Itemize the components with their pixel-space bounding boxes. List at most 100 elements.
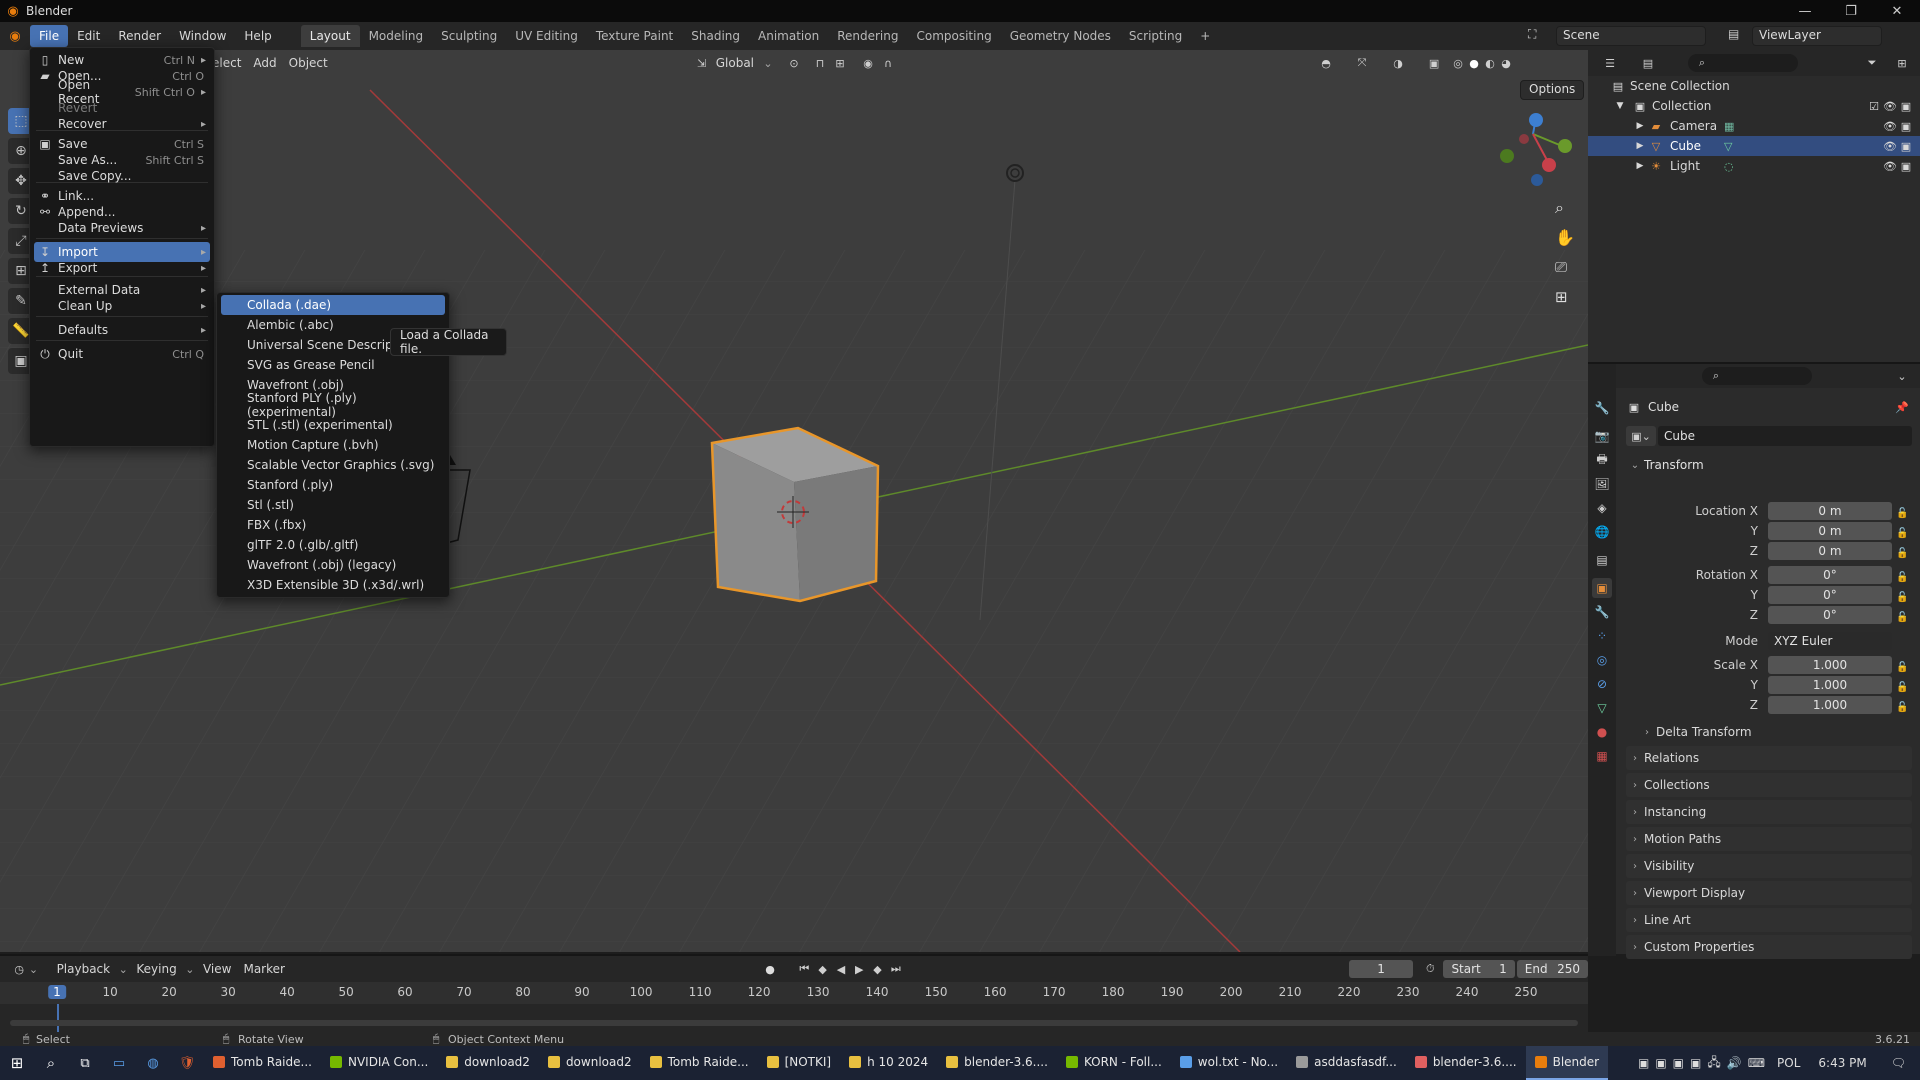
close-button[interactable]: ✕: [1874, 0, 1920, 22]
tab-shading[interactable]: Shading: [682, 25, 749, 47]
texture-tab-icon[interactable]: ▦: [1592, 746, 1612, 766]
wireframe-shading-icon[interactable]: ◎: [1450, 55, 1466, 71]
editor-type-icon[interactable]: ◷: [12, 961, 26, 977]
chevron-down-icon[interactable]: ⌄: [1894, 368, 1910, 384]
panel-collections[interactable]: › Collections: [1626, 773, 1912, 797]
xray-toggle-icon[interactable]: ▣: [1426, 55, 1442, 71]
brave-browser-icon[interactable]: 🛡: [170, 1056, 204, 1071]
taskbar-app-button[interactable]: wol.txt - No...: [1171, 1046, 1287, 1080]
timeline-ruler[interactable]: 1 10 20 30 40 50 60 70 80 90 100 110 120 130 140 150 160…: [0, 982, 1588, 1004]
clock[interactable]: 6:43 PM: [1818, 1056, 1866, 1070]
object-name-field[interactable]: Cube: [1658, 426, 1912, 446]
import-menu-item[interactable]: Motion Capture (.bvh): [221, 435, 445, 455]
import-menu-item[interactable]: Scalable Vector Graphics (.svg): [221, 455, 445, 475]
import-menu-item[interactable]: STL (.stl) (experimental): [221, 415, 445, 435]
tray-app-icon[interactable]: ▣: [1673, 1056, 1684, 1070]
next-keyframe-icon[interactable]: ◆: [870, 961, 884, 977]
eye-icon[interactable]: 👁: [1882, 98, 1898, 114]
import-menu-item[interactable]: Collada (.dae): [221, 295, 445, 315]
cube-object[interactable]: [710, 426, 880, 603]
task-view-icon[interactable]: ⧉: [68, 1056, 102, 1071]
camera-data-icon[interactable]: ▦: [1724, 118, 1882, 134]
maximize-button[interactable]: ❐: [1828, 0, 1874, 22]
import-menu-item[interactable]: FBX (.fbx): [221, 515, 445, 535]
options-button[interactable]: Options: [1520, 80, 1585, 100]
tool-tab-icon[interactable]: 🔧: [1592, 398, 1612, 418]
output-tab-icon[interactable]: 🖶: [1592, 450, 1612, 470]
file-menu-item-export[interactable]: ↥ Export ▸: [34, 258, 210, 278]
tray-app-icon[interactable]: ▣: [1638, 1056, 1649, 1070]
constraints-tab-icon[interactable]: ⊘: [1592, 674, 1612, 694]
material-tab-icon[interactable]: ●: [1592, 722, 1612, 742]
file-menu-item-recover[interactable]: Recover ▸: [34, 114, 210, 134]
menu-file[interactable]: File: [30, 25, 69, 47]
scale-x-field[interactable]: 1.000: [1768, 656, 1892, 674]
steam-icon[interactable]: ◍: [136, 1056, 170, 1071]
filter-icon[interactable]: ⏷: [1864, 55, 1880, 71]
orientation-dropdown[interactable]: Global: [710, 54, 760, 72]
tab-compositing[interactable]: Compositing: [907, 25, 1000, 47]
light-data-icon[interactable]: ◌: [1724, 158, 1882, 174]
import-menu-item[interactable]: Stanford (.ply): [221, 475, 445, 495]
properties-search-input[interactable]: ⌕: [1702, 367, 1812, 385]
add-workspace-button[interactable]: +: [1191, 25, 1219, 47]
world-tab-icon[interactable]: 🌐: [1592, 522, 1612, 542]
location-y-field[interactable]: 0 m: [1768, 522, 1892, 540]
solid-shading-icon[interactable]: ●: [1466, 55, 1482, 71]
lock-icon[interactable]: 🔓 🔓 🔓: [1896, 504, 1908, 564]
pin-icon[interactable]: 📌: [1894, 399, 1910, 415]
file-menu-item-clean-up[interactable]: Clean Up ▸: [34, 296, 210, 316]
snap-target-icon[interactable]: ⊞: [832, 55, 848, 71]
taskbar-app-button[interactable]: blender-3.6....: [1406, 1046, 1526, 1080]
taskbar-app-button[interactable]: download2: [437, 1046, 539, 1080]
perspective-grid-icon[interactable]: ⊞: [1555, 288, 1568, 306]
panel-instancing[interactable]: › Instancing: [1626, 800, 1912, 824]
import-menu-item[interactable]: Stanford PLY (.ply) (experimental): [221, 391, 445, 419]
start-frame-field[interactable]: Start 1: [1443, 960, 1515, 978]
render-camera-icon[interactable]: ▣: [1898, 98, 1914, 114]
outliner-row-scene-collection[interactable]: ▤ Scene Collection: [1588, 76, 1920, 96]
lock-icon[interactable]: 🔓 🔓 🔓: [1896, 568, 1908, 628]
scale-z-field[interactable]: 1.000: [1768, 696, 1892, 714]
tab-sculpting[interactable]: Sculpting: [432, 25, 506, 47]
tab-rendering[interactable]: Rendering: [828, 25, 907, 47]
rotation-y-field[interactable]: 0°: [1768, 586, 1892, 604]
new-collection-icon[interactable]: ⊞: [1894, 55, 1910, 71]
panel-relations[interactable]: › Relations: [1626, 746, 1912, 770]
object-tab-icon[interactable]: ▣: [1592, 578, 1612, 598]
pivot-icon[interactable]: ⊙: [786, 55, 802, 71]
keying-menu[interactable]: Keying: [130, 960, 182, 978]
taskbar-app-button[interactable]: h 10 2024: [840, 1046, 937, 1080]
play-reverse-icon[interactable]: ◀: [834, 961, 848, 977]
rotation-x-field[interactable]: 0°: [1768, 566, 1892, 584]
checkbox-icon[interactable]: ☑: [1866, 98, 1882, 114]
file-menu-item-save-copy[interactable]: Save Copy...: [34, 166, 210, 186]
location-z-field[interactable]: 0 m: [1768, 542, 1892, 560]
outliner-row-camera[interactable]: ▶ ▰ Camera ▦ 👁 ▣: [1588, 116, 1920, 136]
minimize-button[interactable]: —: [1782, 0, 1828, 22]
lock-icon[interactable]: 🔓 🔓 🔓: [1896, 658, 1908, 718]
tab-geometry-nodes[interactable]: Geometry Nodes: [1001, 25, 1120, 47]
marker-menu[interactable]: Marker: [237, 960, 290, 978]
delta-transform-panel[interactable]: › Delta Transform: [1638, 720, 1912, 744]
tab-layout[interactable]: Layout: [300, 25, 360, 47]
collection-tab-icon[interactable]: ▤: [1592, 550, 1612, 570]
expand-arrow-icon[interactable]: ▼: [1612, 98, 1628, 114]
timeline-scrollbar[interactable]: [10, 1020, 1578, 1026]
falloff-icon[interactable]: ∩: [880, 55, 896, 71]
material-shading-icon[interactable]: ◐: [1482, 55, 1498, 71]
import-menu-item[interactable]: glTF 2.0 (.glb/.gltf): [221, 535, 445, 555]
import-menu-item[interactable]: Wavefront (.obj) (legacy): [221, 555, 445, 575]
blender-menu-icon[interactable]: ◉: [0, 29, 30, 44]
jump-start-icon[interactable]: ⏮: [797, 961, 811, 977]
visibility-icon[interactable]: ◓: [1318, 55, 1334, 71]
expand-arrow-icon[interactable]: ▶: [1632, 158, 1648, 174]
view-layer-tab-icon[interactable]: 🖼: [1592, 474, 1612, 494]
menu-window[interactable]: Window: [170, 25, 235, 47]
import-menu-item[interactable]: Stl (.stl): [221, 495, 445, 515]
tab-uv-editing[interactable]: UV Editing: [506, 25, 587, 47]
tray-app-icon[interactable]: ▣: [1655, 1056, 1666, 1070]
physics-tab-icon[interactable]: ◎: [1592, 650, 1612, 670]
rendered-shading-icon[interactable]: ◕: [1498, 55, 1514, 71]
taskbar-app-button[interactable]: asddasfasdf...: [1287, 1046, 1406, 1080]
